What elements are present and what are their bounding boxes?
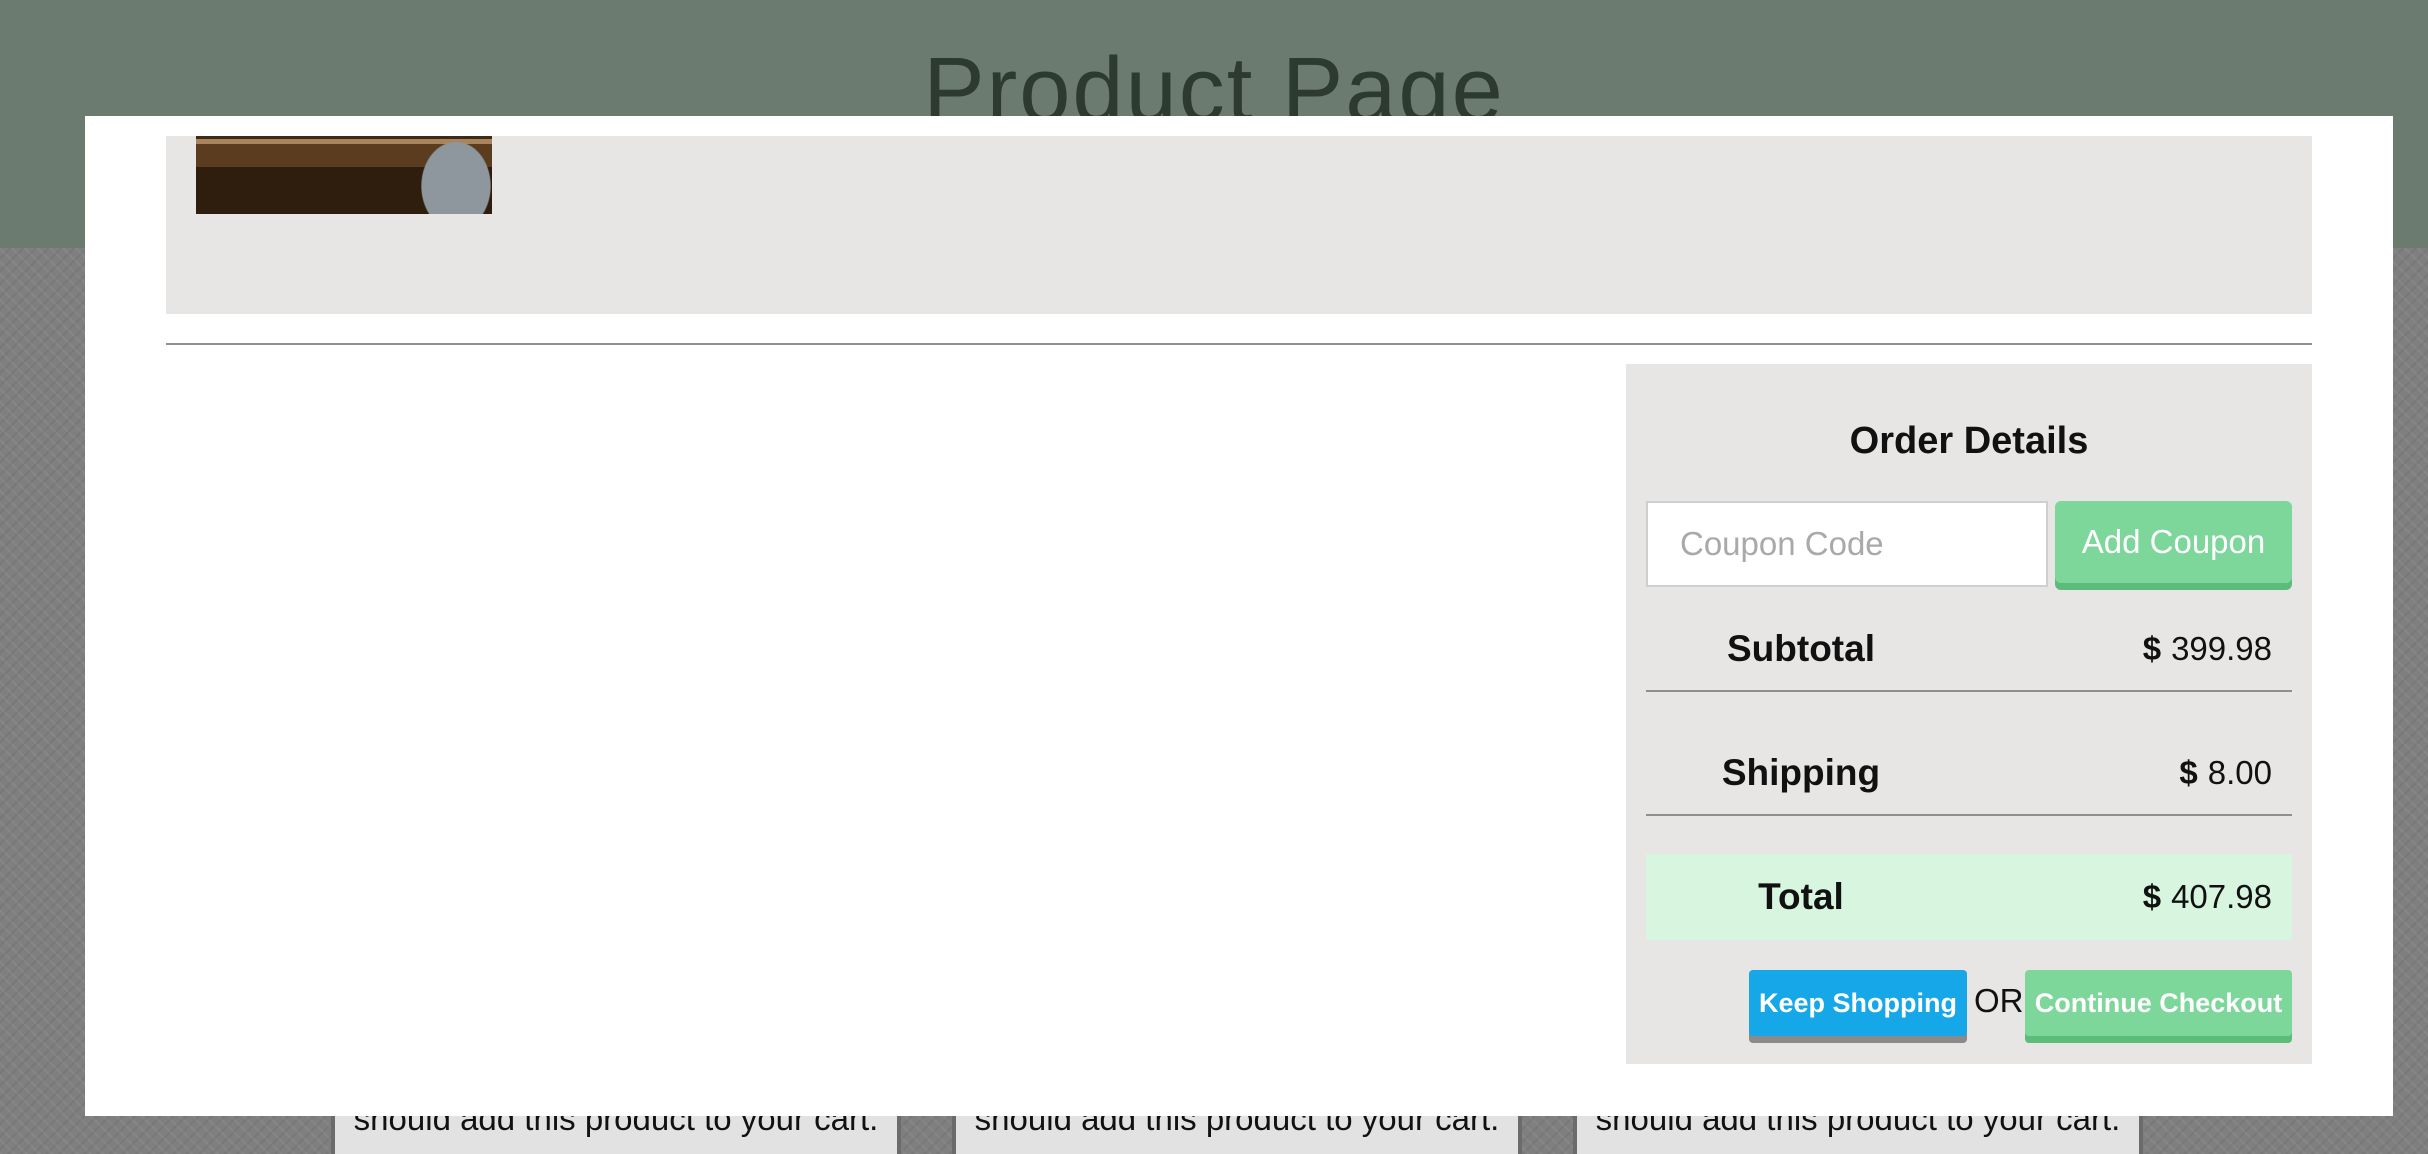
or-separator: OR — [1974, 982, 2024, 1019]
subtotal-amount: 399.98 — [2171, 630, 2272, 667]
divider — [166, 343, 2312, 345]
shipping-value: $8.00 — [2179, 754, 2272, 792]
product-thumbnail-image — [196, 136, 492, 214]
shipping-label: Shipping — [1721, 752, 1881, 793]
cart-item-list — [166, 136, 2312, 314]
keep-shopping-button[interactable]: Keep Shopping — [1749, 970, 1967, 1036]
shipping-row: Shipping $8.00 — [1646, 730, 2292, 816]
order-details-title: Order Details — [1849, 420, 2089, 462]
subtotal-label: Subtotal — [1727, 628, 1875, 669]
currency-symbol: $ — [2142, 878, 2162, 915]
order-details-panel: Order Details Add Coupon Subtotal $399.9… — [1626, 364, 2312, 1064]
shipping-amount: 8.00 — [2207, 754, 2272, 791]
currency-symbol: $ — [2179, 754, 2198, 791]
total-value: $407.98 — [2143, 878, 2272, 916]
continue-checkout-button[interactable]: Continue Checkout — [2025, 970, 2292, 1036]
add-coupon-button[interactable]: Add Coupon — [2055, 501, 2292, 583]
total-row: Total $407.98 — [1646, 854, 2292, 940]
total-label: Total — [1758, 876, 1844, 917]
currency-symbol: $ — [2142, 630, 2162, 667]
coupon-code-input[interactable] — [1646, 501, 2048, 587]
subtotal-row: Subtotal $399.98 — [1646, 606, 2292, 692]
checkout-actions: Keep Shopping OR Continue Checkout — [1626, 970, 2312, 1046]
subtotal-value: $399.98 — [2143, 630, 2272, 668]
total-amount: 407.98 — [2171, 878, 2272, 915]
cart-modal: Order Details Add Coupon Subtotal $399.9… — [85, 116, 2393, 1116]
